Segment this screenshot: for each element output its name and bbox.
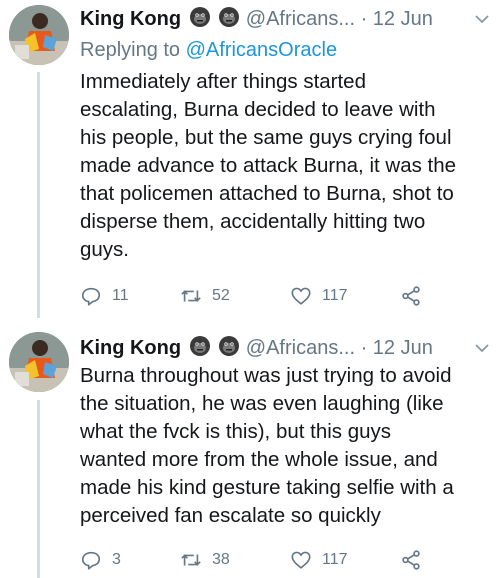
reply-count: 11 (112, 287, 129, 304)
avatar[interactable] (9, 332, 69, 392)
tweet-text-line: Immediately after things started (80, 70, 366, 93)
like-icon (291, 551, 311, 569)
gorilla-emoji-icon (189, 336, 210, 356)
tweet-text-line: Burna throughout was just trying to avoi… (80, 364, 452, 387)
gorilla-emoji-icon (189, 7, 210, 27)
avatar[interactable] (9, 5, 69, 65)
reply-count: 3 (112, 551, 121, 568)
separator-dot: · (360, 337, 368, 359)
tweet-text-line: what the fvck is this), but this guys (80, 420, 392, 443)
tweet-text: Burna throughout was just trying to avoi… (80, 362, 490, 530)
gorilla-emoji-icon (219, 7, 240, 27)
tweet-actions: 11 52 117 (80, 284, 440, 308)
chevron-down-icon[interactable] (474, 5, 490, 33)
like-count: 117 (322, 287, 348, 304)
tweet-text-line: that policemen attached to Burna, shot t… (80, 182, 454, 205)
tweet-text-line: wanted more from the whole issue, and (80, 448, 438, 471)
retweet-button[interactable]: 38 (180, 548, 230, 572)
tweet-actions: 3 38 117 (80, 548, 440, 572)
replying-to: Replying to @AfricansOracle (80, 36, 337, 64)
like-button[interactable]: 117 (290, 284, 348, 308)
retweet-button[interactable]: 52 (180, 284, 230, 308)
tweet-text: Immediately after things started escalat… (80, 68, 490, 264)
share-icon (402, 550, 420, 570)
replying-to-mention[interactable]: @AfricansOracle (186, 39, 337, 61)
like-count: 117 (322, 551, 348, 568)
retweet-count: 38 (212, 551, 230, 568)
tweet-text-line: made advance to attack Burna, it was the (80, 154, 457, 177)
tweet-text-line: guys. (80, 238, 129, 261)
separator-dot: · (360, 8, 368, 30)
tweet-text-line: made his kind gesture taking selfie with… (80, 476, 454, 499)
user-handle[interactable]: @Africans... (246, 337, 355, 359)
user-handle[interactable]: @Africans... (246, 8, 355, 30)
retweet-icon (181, 554, 201, 566)
thread-line (37, 72, 40, 318)
tweet-text-line: disperse them, accidentally hitting two (80, 210, 426, 233)
gorilla-emoji-icon (219, 336, 240, 356)
reply-icon (81, 551, 101, 570)
tweet-text-line: perceived fan escalate so quickly (80, 504, 381, 527)
tweet-text-line: the situation, he was even laughing (lik… (80, 392, 444, 415)
retweet-count: 52 (212, 287, 230, 304)
like-icon (291, 287, 311, 305)
share-button[interactable] (400, 284, 432, 308)
display-name[interactable]: King Kong (80, 8, 181, 30)
share-button[interactable] (400, 548, 432, 572)
tweet-text-line: escalating, Burna decided to leave with (80, 98, 436, 121)
thread-line (37, 400, 40, 578)
display-name[interactable]: King Kong (80, 337, 181, 359)
reply-button[interactable]: 11 (80, 284, 129, 308)
reply-button[interactable]: 3 (80, 548, 121, 572)
replying-to-label: Replying to (80, 39, 181, 61)
tweet-header: King Kong @Africans... · 12 Jun (80, 334, 492, 362)
reply-icon (81, 287, 101, 306)
tweet-text-line: his people, but the same guys crying fou… (80, 126, 452, 149)
tweet-date[interactable]: 12 Jun (373, 8, 433, 30)
tweet-header: King Kong @Africans... · 12 Jun (80, 5, 492, 33)
tweet-date[interactable]: 12 Jun (373, 337, 433, 359)
like-button[interactable]: 117 (290, 548, 348, 572)
retweet-icon (181, 290, 201, 302)
chevron-down-icon[interactable] (474, 334, 490, 362)
share-icon (402, 286, 420, 306)
